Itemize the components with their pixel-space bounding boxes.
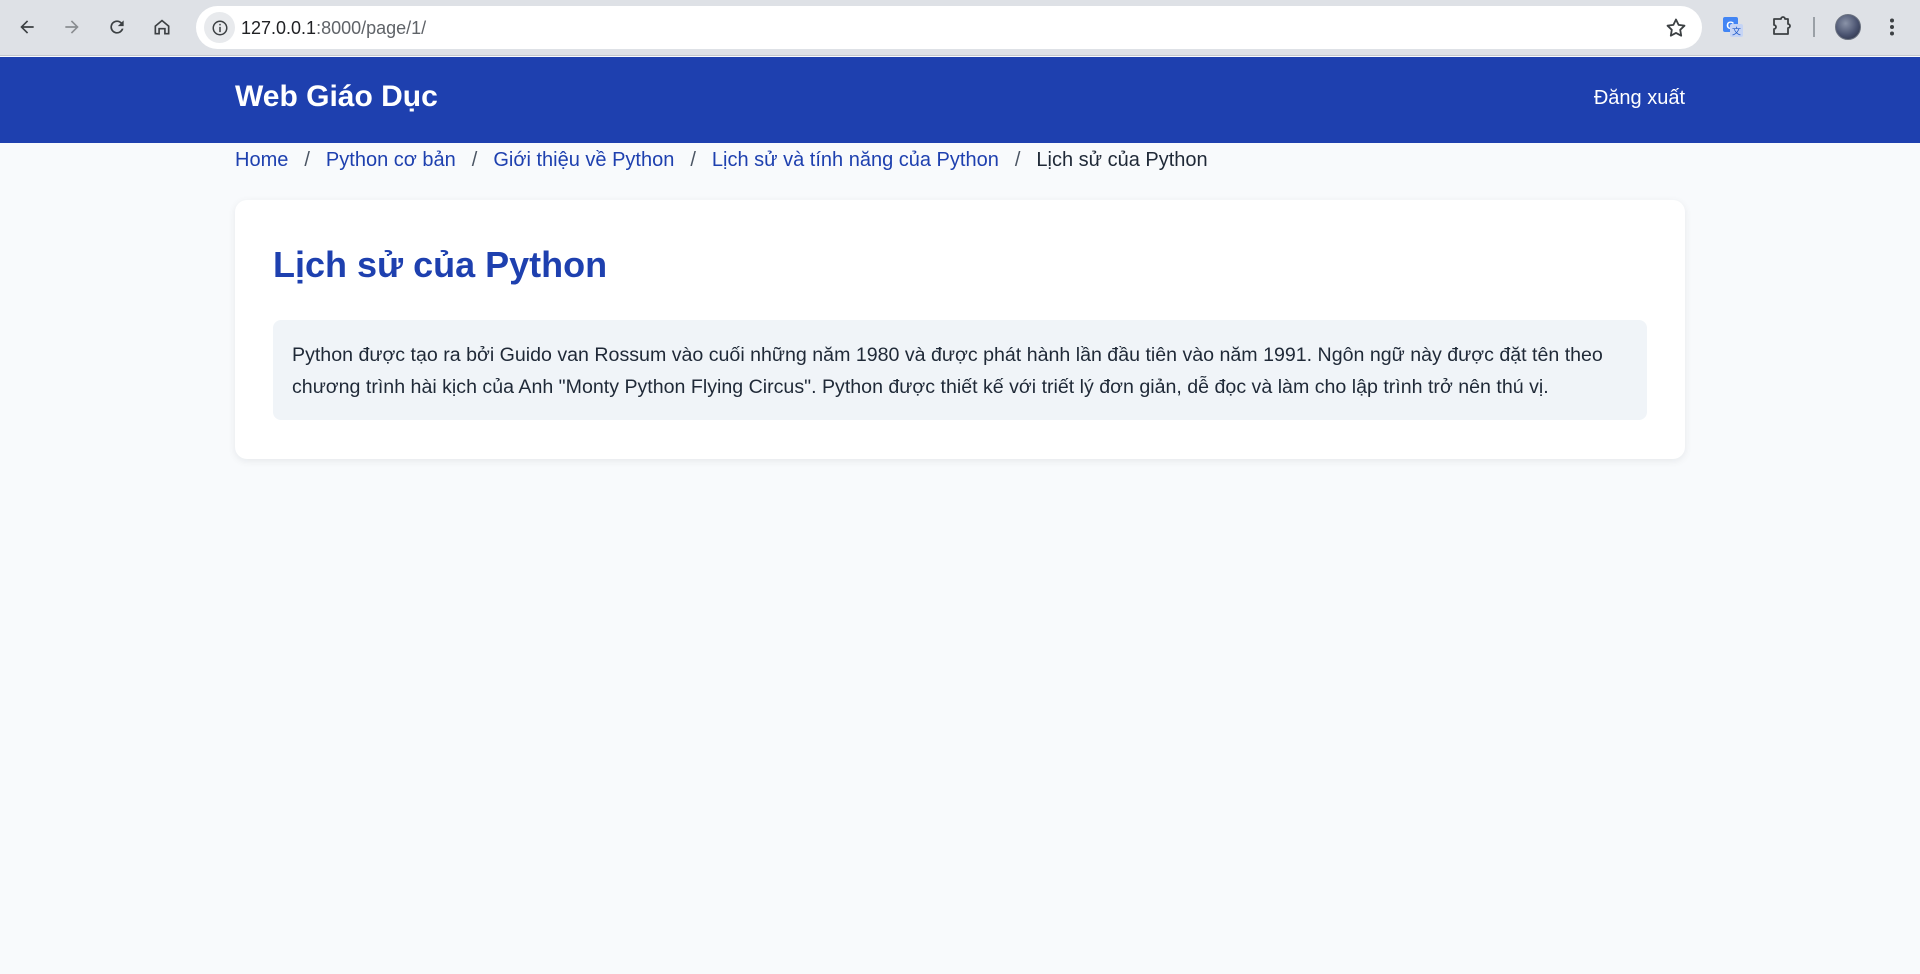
url-host: 127.0.0.1 [241, 18, 317, 38]
site-brand[interactable]: Web Giáo Dục [235, 80, 438, 114]
profile-avatar[interactable] [1835, 14, 1861, 40]
back-icon[interactable] [10, 10, 44, 44]
breadcrumb-separator: / [304, 148, 310, 171]
breadcrumb-home[interactable]: Home [235, 149, 288, 172]
extensions-icon[interactable] [1766, 12, 1796, 42]
breadcrumb-history-features[interactable]: Lịch sử và tính năng của Python [712, 149, 999, 172]
breadcrumb-separator: / [471, 148, 478, 171]
lesson-card: Lịch sử của Python Python được tạo ra bở… [235, 200, 1685, 459]
breadcrumb-separator: / [1014, 148, 1021, 171]
breadcrumb-current: Lịch sử của Python [1036, 148, 1208, 171]
lesson-content-box: Python được tạo ra bởi Guido van Rossum … [273, 320, 1647, 420]
menu-icon[interactable] [1877, 12, 1907, 42]
url-path: :8000/page/1/ [316, 18, 427, 38]
home-icon[interactable] [145, 10, 179, 44]
toolbar-divider [1813, 17, 1815, 37]
address-bar[interactable]: 127.0.0.1:8000/page/1/ [196, 6, 1702, 49]
site-header: Web Giáo Dục Đăng xuất [0, 57, 1920, 143]
logout-link[interactable]: Đăng xuất [1594, 87, 1685, 110]
lesson-content-text: Python được tạo ra bởi Guido van Rossum … [292, 344, 1603, 398]
breadcrumb-separator: / [690, 148, 696, 171]
browser-toolbar: 127.0.0.1:8000/page/1/ G文 [0, 0, 1920, 56]
breadcrumb: Home / Python cơ bản / Giới thiệu về Pyt… [235, 147, 1208, 173]
translate-icon[interactable]: G文 [1718, 12, 1748, 42]
forward-icon[interactable] [55, 10, 89, 44]
url-text[interactable]: 127.0.0.1:8000/page/1/ [241, 18, 426, 39]
site-info-icon[interactable] [204, 12, 235, 43]
page-title: Lịch sử của Python [273, 244, 608, 285]
bookmark-star-icon[interactable] [1664, 16, 1688, 40]
breadcrumb-python-basics[interactable]: Python cơ bản [326, 149, 456, 172]
reload-icon[interactable] [100, 10, 134, 44]
svg-text:文: 文 [1732, 26, 1741, 38]
breadcrumb-python-intro[interactable]: Giới thiệu về Python [493, 149, 674, 172]
